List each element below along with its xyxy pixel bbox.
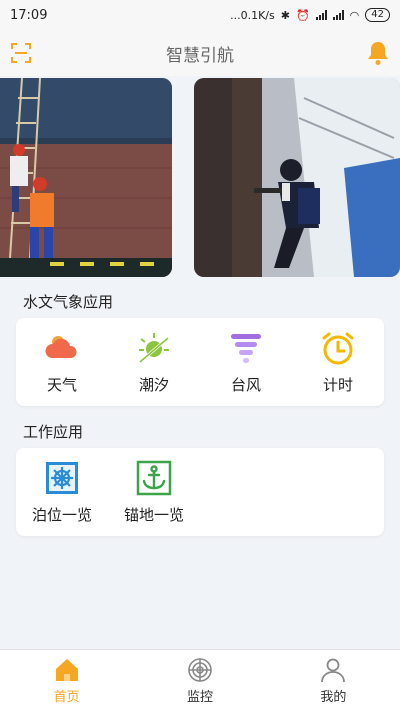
battery-indicator: 42 <box>365 8 390 22</box>
tab-label-monitor: 监控 <box>186 690 213 705</box>
tab-home[interactable]: 首页 <box>0 650 133 711</box>
app-tile-typhoon[interactable]: 台风 <box>200 318 292 406</box>
pilot-ladder-image <box>0 78 172 277</box>
work-apps-card: 泊位一览 锚地一览 <box>16 448 384 536</box>
tab-label-profile: 我的 <box>320 690 347 705</box>
app-label-typhoon: 台风 <box>230 376 261 394</box>
banner-photo-boarding[interactable] <box>194 78 400 277</box>
berth-wheel-icon <box>46 462 78 494</box>
pilot-boarding-image <box>194 78 400 277</box>
user-icon <box>321 658 346 683</box>
app-tile-anchorage[interactable]: 锚地一览 <box>108 448 200 536</box>
scan-icon[interactable] <box>10 42 32 64</box>
banner-photo-ladder[interactable] <box>0 78 172 277</box>
app-label-timer: 计时 <box>322 376 353 394</box>
weather-cloud-icon <box>45 336 77 358</box>
app-tile-timer[interactable]: 计时 <box>292 318 384 406</box>
app-label-anchorage: 锚地一览 <box>123 506 184 524</box>
alarm-icon: ⏰ <box>295 8 310 22</box>
tab-monitor[interactable]: 监控 <box>133 650 266 711</box>
hydro-section-title: 水文气象应用 <box>23 293 114 311</box>
page-title: 智慧引航 <box>166 45 234 66</box>
tide-icon <box>139 333 169 364</box>
tab-profile[interactable]: 我的 <box>267 650 400 711</box>
app-label-weather: 天气 <box>46 376 77 394</box>
app-tile-tide[interactable]: 潮汐 <box>108 318 200 406</box>
hydro-apps-card: 天气 潮汐 台风 计时 <box>16 318 384 406</box>
signal-icon-2 <box>332 10 344 20</box>
network-speed: ...0.1K/s <box>230 8 275 22</box>
anchor-icon <box>136 460 172 496</box>
app-tile-weather[interactable]: 天气 <box>16 318 108 406</box>
photo-banner[interactable] <box>0 76 400 277</box>
status-indicators: ...0.1K/s ✱ ⏰ ◠ 42 <box>230 8 390 22</box>
timer-clock-icon <box>322 332 354 365</box>
radar-icon <box>188 658 212 682</box>
tab-label-home: 首页 <box>53 690 80 705</box>
app-tile-berth[interactable]: 泊位一览 <box>16 448 108 536</box>
work-section-title: 工作应用 <box>23 423 84 441</box>
signal-icon <box>315 10 327 20</box>
status-time: 17:09 <box>10 7 48 23</box>
typhoon-icon <box>231 334 261 363</box>
bell-icon[interactable] <box>366 40 390 66</box>
app-header: 智慧引航 <box>0 30 400 76</box>
bluetooth-icon: ✱ <box>280 8 290 22</box>
app-label-tide: 潮汐 <box>138 376 169 394</box>
home-icon <box>55 659 78 681</box>
bottom-tab-bar: 首页 监控 我的 <box>0 649 400 711</box>
wifi-icon: ◠ <box>349 8 360 22</box>
app-label-berth: 泊位一览 <box>31 506 92 524</box>
status-bar: 17:09 ...0.1K/s ✱ ⏰ ◠ 42 <box>0 0 400 30</box>
